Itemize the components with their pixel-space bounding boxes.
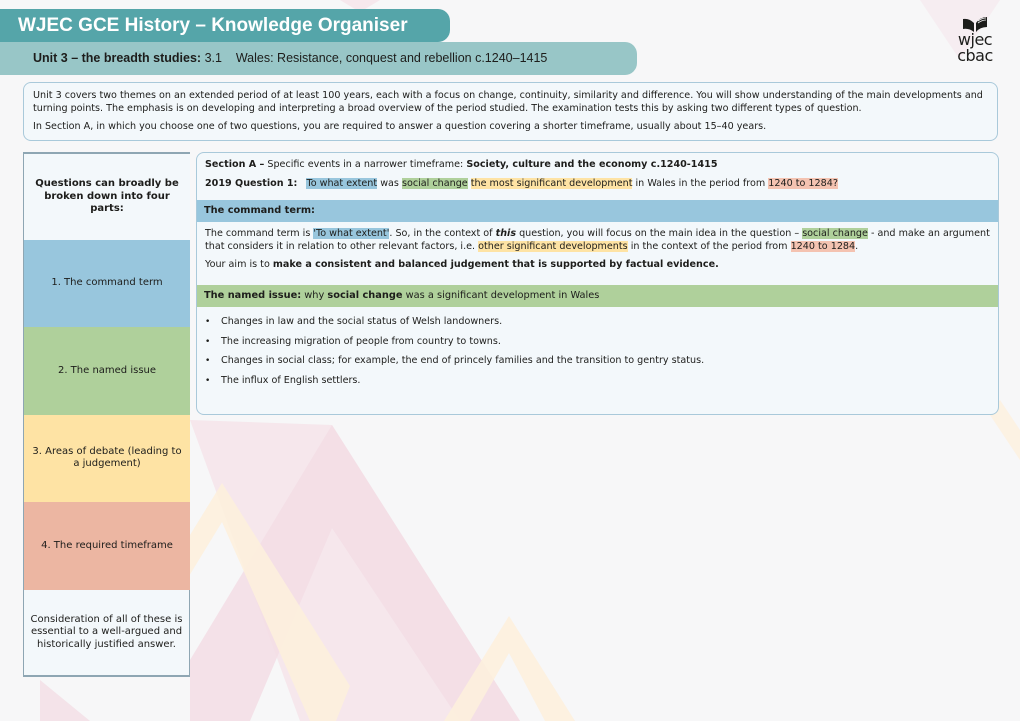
highlight-command-term: 'To what extent' — [313, 228, 390, 239]
section-a-box: Section A – Specific events in a narrowe… — [196, 152, 999, 415]
list-item-text: Changes in social class; for example, th… — [221, 355, 705, 366]
bullet-icon: • — [205, 375, 211, 386]
section-description: Specific events in a narrower timeframe: — [264, 159, 467, 170]
highlight-debate: other significant developments — [478, 240, 628, 252]
section-theme: Society, culture and the economy c.1240-… — [466, 159, 718, 170]
emphasis-this: this — [495, 228, 517, 239]
part-named-issue: 2. The named issue — [24, 327, 190, 415]
list-item: • Changes in social class; for example, t… — [205, 355, 990, 368]
question-command-term: To what extent — [306, 177, 378, 189]
text: in the context of the period from — [627, 240, 791, 252]
text: question, you will focus on the main ide… — [516, 228, 803, 239]
command-term-explanation: The command term is 'To what extent'. So… — [205, 228, 990, 253]
part-required-timeframe: 4. The required timeframe — [24, 502, 190, 590]
question-text: in Wales in the period from — [632, 177, 769, 189]
intro-box: Unit 3 covers two themes on an extended … — [23, 82, 998, 141]
named-issue-label: The named issue: — [204, 290, 302, 301]
question-text: was — [377, 177, 402, 189]
list-item: • Changes in law and the social status of… — [205, 316, 990, 329]
question-timeframe: 1240 to 1284? — [768, 177, 838, 189]
list-item-text: The increasing migration of people from … — [221, 335, 501, 347]
text: . — [855, 240, 859, 252]
text: The command term is — [205, 228, 314, 239]
text: why — [301, 290, 328, 301]
aim-statement: Your aim is to make a consistent and bal… — [205, 259, 990, 272]
highlight-timeframe: 1240 to 1284 — [790, 240, 856, 252]
highlight-named-issue: social change — [802, 228, 868, 239]
unit-topic: 3.1 Wales: Resistance, conquest and rebe… — [201, 51, 548, 65]
page-title: WJEC GCE History – Knowledge Organiser — [0, 9, 450, 42]
question-label: 2019 Question 1: — [205, 177, 298, 189]
sidebar-heading: Questions can broadly be broken down int… — [24, 152, 190, 240]
aim-bold: make a consistent and balanced judgement… — [272, 259, 719, 270]
exam-question: 2019 Question 1: To what extent was soci… — [205, 177, 990, 191]
question-debate: the most significant development — [470, 177, 633, 189]
text: Your aim is to — [205, 259, 273, 270]
question-parts-sidebar: Questions can broadly be broken down int… — [23, 152, 190, 677]
part-areas-of-debate: 3. Areas of debate (leading to a judgeme… — [24, 414, 190, 502]
part-command-term: 1. The command term — [24, 239, 190, 327]
unit-label: Unit 3 – the breadth studies: — [33, 51, 202, 65]
section-a-title: Section A – Specific events in a narrowe… — [205, 159, 990, 172]
section-a-header: Section A – Specific events in a narrowe… — [197, 153, 998, 200]
text: . So, in the context of — [389, 228, 496, 239]
unit-subtitle: Unit 3 – the breadth studies: 3.1 Wales:… — [0, 42, 637, 75]
sidebar-footer: Consideration of all of these is essenti… — [24, 589, 190, 677]
question-named-issue: social change — [401, 177, 468, 189]
wjec-logo: wjec cbac — [950, 16, 1000, 72]
named-issue-bold: social change — [327, 290, 403, 301]
intro-paragraph: Unit 3 covers two themes on an extended … — [33, 90, 983, 114]
section-label: Section A – — [205, 159, 265, 170]
command-term-heading: The command term: — [197, 200, 998, 222]
text: was a significant development in Wales — [402, 290, 600, 301]
list-item: • The increasing migration of people from… — [205, 336, 990, 349]
named-issue-list: • Changes in law and the social status of… — [197, 307, 998, 387]
intro-paragraph: In Section A, in which you choose one of… — [33, 121, 767, 132]
list-item: • The influx of English settlers. — [205, 375, 990, 388]
command-term-body: The command term is 'To what extent'. So… — [197, 222, 998, 285]
command-term-heading-text: The command term: — [204, 205, 315, 216]
logo-text-cbac: cbac — [957, 46, 993, 65]
list-item-text: The influx of English settlers. — [221, 374, 361, 386]
named-issue-heading: The named issue: why social change was a… — [197, 285, 998, 307]
bullet-icon: • — [205, 356, 211, 366]
list-item-text: Changes in law and the social status of … — [221, 316, 503, 327]
bullet-icon: • — [205, 317, 211, 327]
bullet-icon: • — [205, 336, 211, 347]
